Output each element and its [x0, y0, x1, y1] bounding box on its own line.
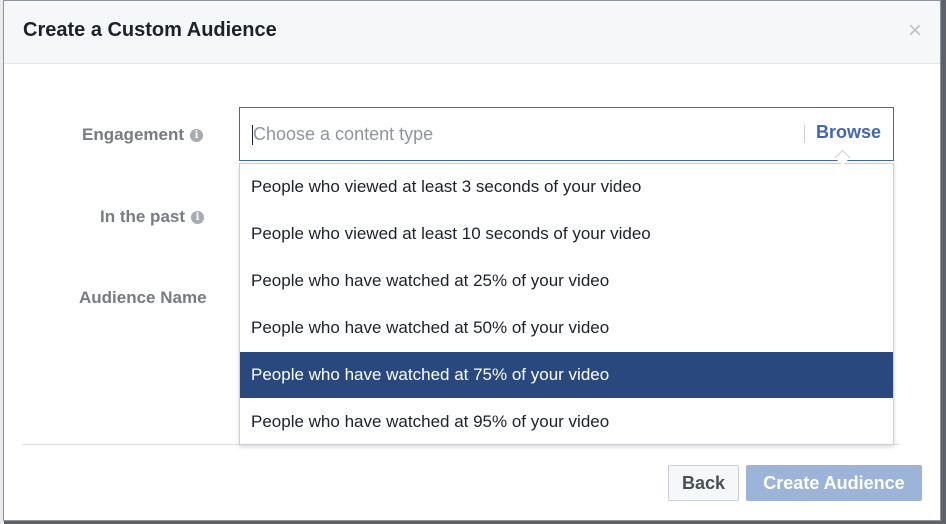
- dialog-header: Create a Custom Audience ×: [4, 1, 940, 64]
- content-type-input[interactable]: [253, 122, 773, 146]
- content-type-dropdown: People who viewed at least 3 seconds of …: [239, 163, 894, 445]
- engagement-label: Engagement i: [82, 125, 204, 145]
- engagement-label-text: Engagement: [82, 125, 185, 144]
- audience-name-label: Audience Name: [79, 288, 207, 307]
- close-icon[interactable]: ×: [908, 17, 922, 45]
- create-custom-audience-dialog: Create a Custom Audience × Engagement i I…: [3, 0, 941, 521]
- dropdown-option-50-percent[interactable]: People who have watched at 50% of your v…: [240, 305, 893, 351]
- info-icon[interactable]: i: [190, 129, 204, 142]
- in-the-past-label: In the past i: [100, 207, 205, 227]
- back-button[interactable]: Back: [668, 465, 739, 501]
- create-audience-button[interactable]: Create Audience: [746, 465, 922, 501]
- dropdown-option-75-percent[interactable]: People who have watched at 75% of your v…: [240, 352, 893, 398]
- browse-link[interactable]: Browse: [816, 122, 881, 143]
- dropdown-option-95-percent[interactable]: People who have watched at 95% of your v…: [240, 399, 893, 445]
- in-the-past-label-text: In the past: [100, 207, 186, 226]
- browse-divider: [804, 125, 805, 143]
- content-type-select[interactable]: Browse: [239, 107, 894, 166]
- info-icon[interactable]: i: [191, 211, 205, 224]
- dialog-title: Create a Custom Audience: [23, 19, 277, 41]
- dropdown-option-10-seconds[interactable]: People who viewed at least 10 seconds of…: [240, 211, 893, 257]
- dropdown-option-25-percent[interactable]: People who have watched at 25% of your v…: [240, 258, 893, 304]
- dropdown-option-3-seconds[interactable]: People who viewed at least 3 seconds of …: [240, 164, 893, 210]
